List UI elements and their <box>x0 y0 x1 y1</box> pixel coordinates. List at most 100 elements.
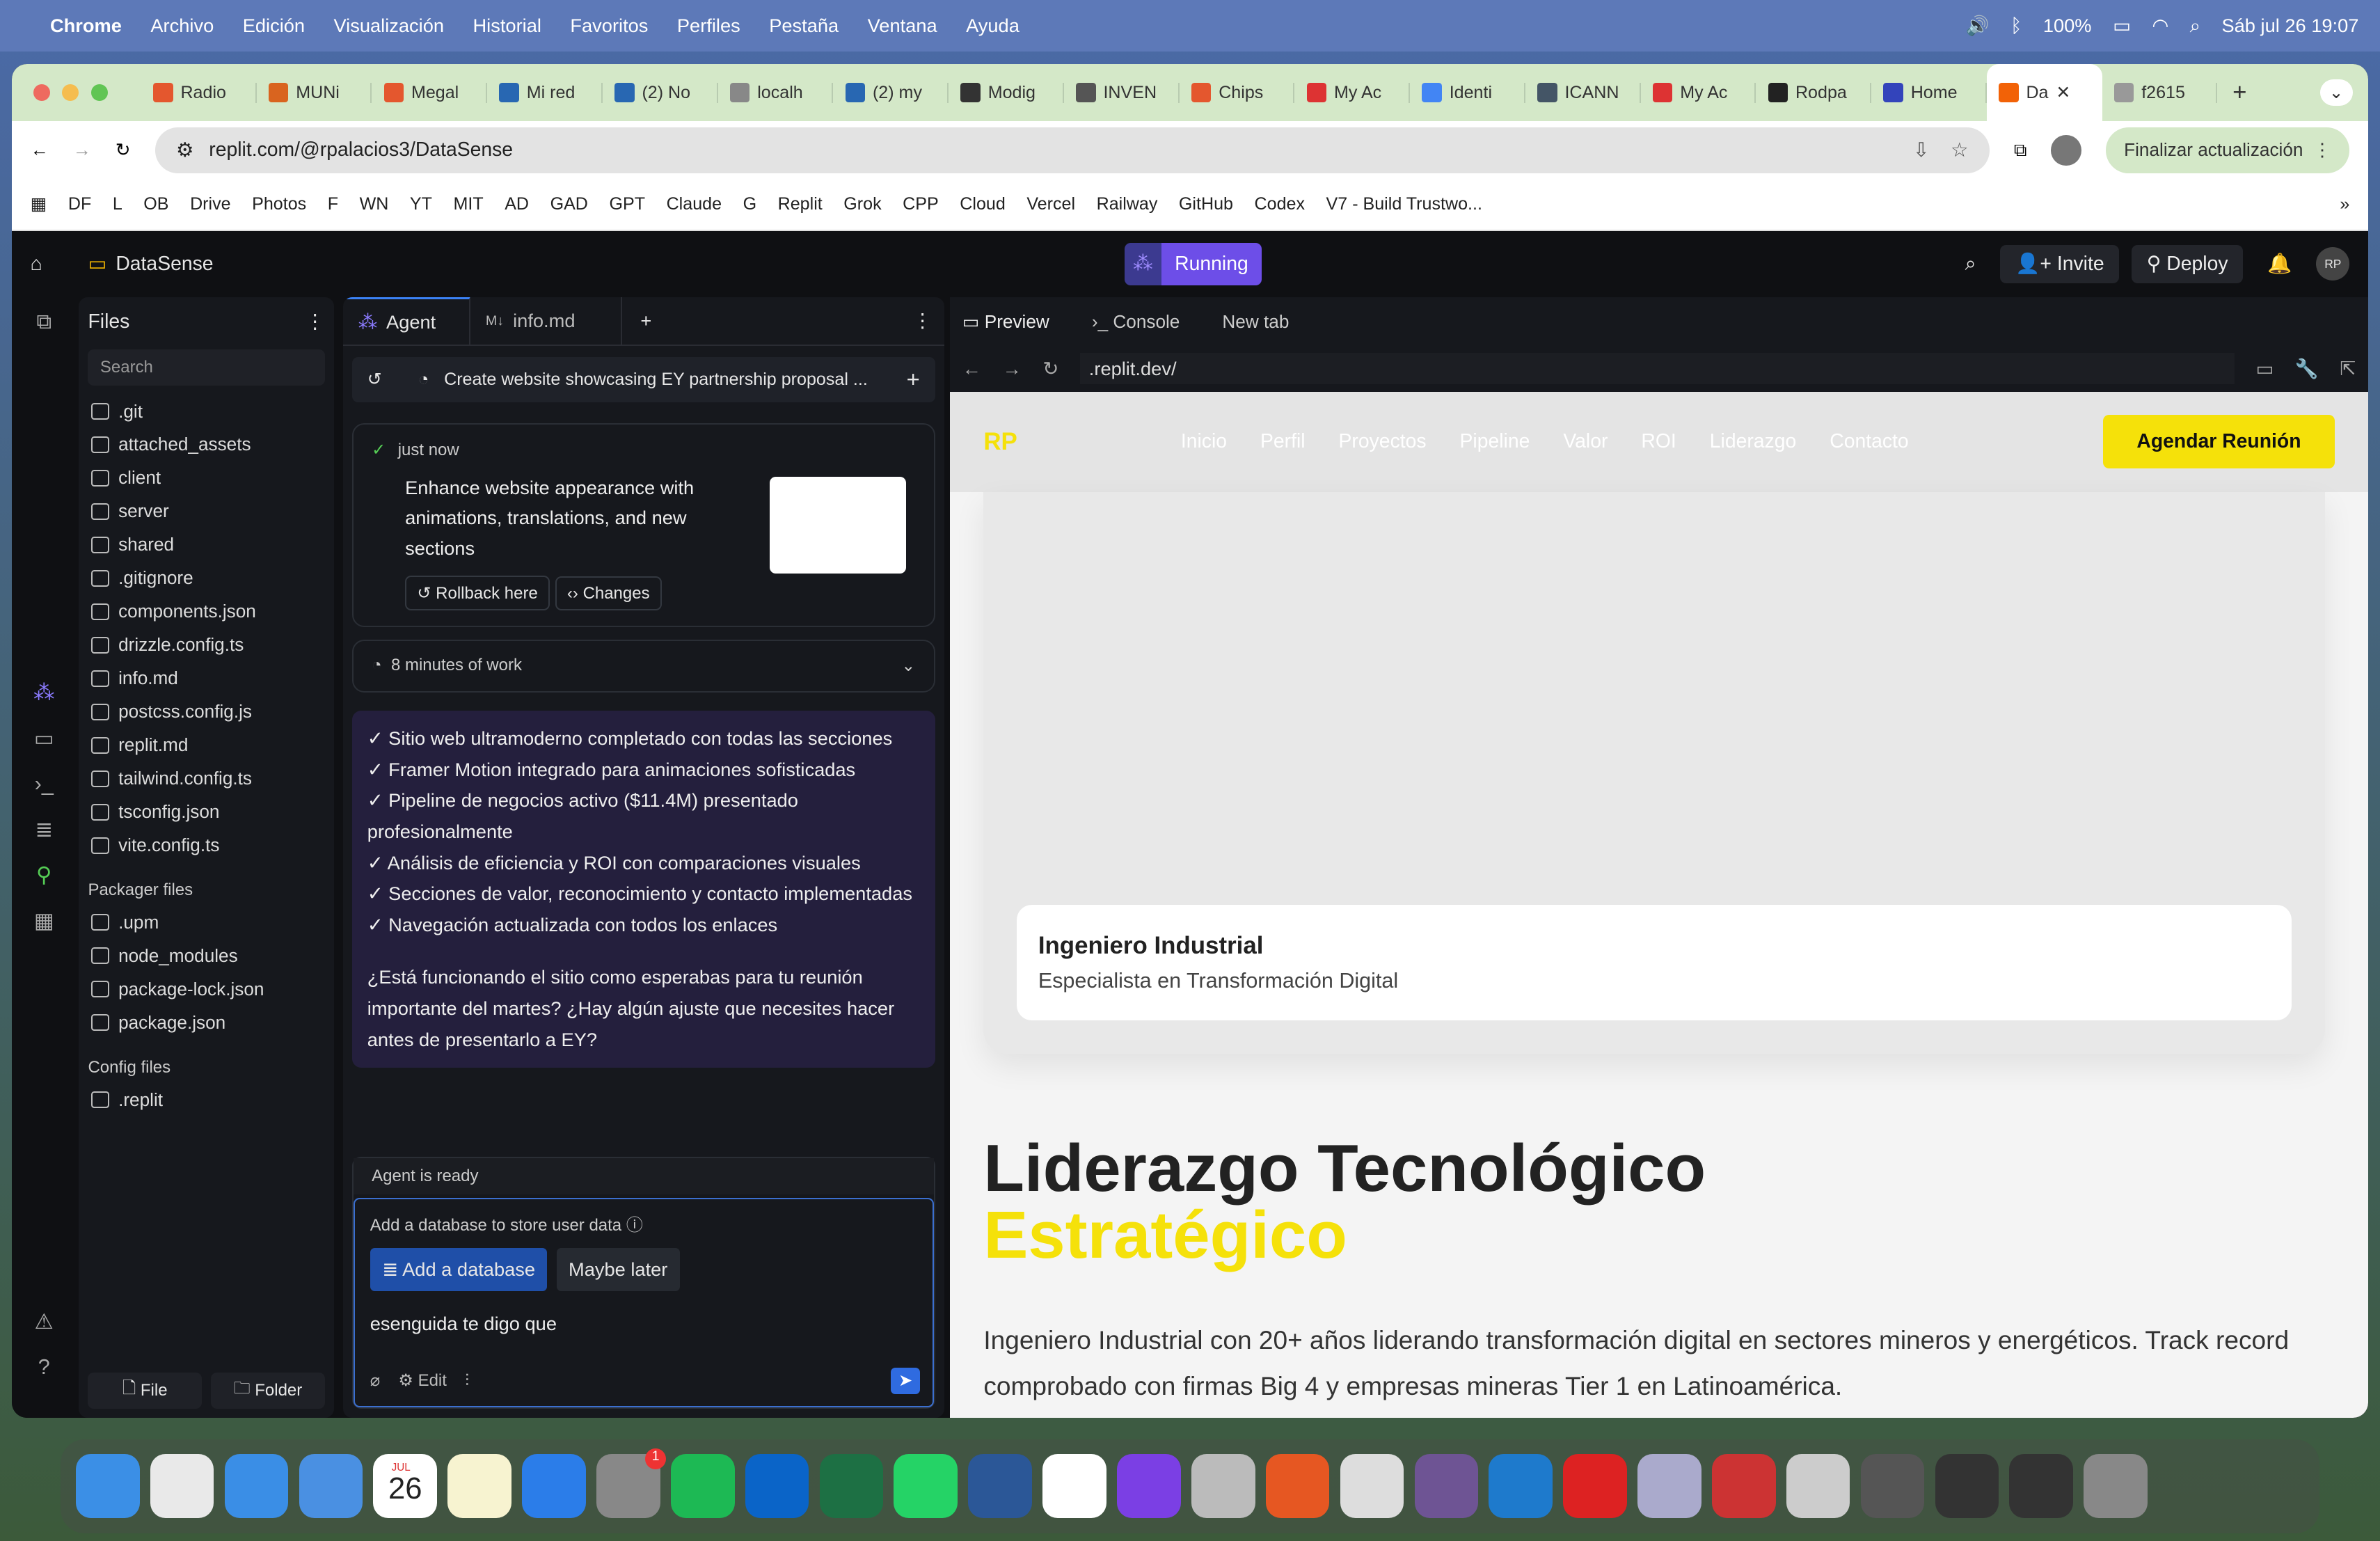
site-nav-link[interactable]: Inicio <box>1181 430 1227 452</box>
forward-icon[interactable]: → <box>1003 358 1022 380</box>
tab-preview[interactable]: ▭ Preview <box>962 311 1049 333</box>
dock-app-icon[interactable] <box>1340 1454 1404 1519</box>
browser-tab[interactable]: (2) my <box>833 82 949 103</box>
file-item[interactable]: .git <box>79 395 333 428</box>
bookmark[interactable]: WN <box>360 194 389 214</box>
datetime[interactable]: Sáb jul 26 19:07 <box>2221 15 2358 37</box>
dock-app-icon[interactable] <box>447 1454 511 1519</box>
dock-app-icon[interactable] <box>1191 1454 1255 1519</box>
file-item[interactable]: client <box>79 461 333 495</box>
send-button[interactable]: ➤ <box>891 1367 921 1394</box>
database-icon[interactable]: ≣ <box>35 818 53 842</box>
bookmark[interactable]: AD <box>505 194 529 214</box>
bookmark[interactable]: Claude <box>667 194 722 214</box>
preview-tool-icon[interactable]: ▭ <box>34 727 54 751</box>
add-tab-button[interactable]: + <box>622 310 669 332</box>
file-item[interactable]: .upm <box>79 906 333 939</box>
search-icon[interactable]: ⌕ <box>2190 15 2200 38</box>
dock-app-icon[interactable] <box>2084 1454 2148 1519</box>
panel-menu-icon[interactable]: ⋮ <box>913 310 944 332</box>
dock-app-icon[interactable] <box>1563 1454 1627 1519</box>
menu-app[interactable]: Chrome <box>50 15 122 37</box>
browser-tab[interactable]: ICANN <box>1525 82 1641 103</box>
bookmark-star-icon[interactable]: ☆ <box>1951 139 1968 162</box>
schedule-meeting-button[interactable]: Agendar Reunión <box>2103 415 2335 468</box>
file-item[interactable]: attached_assets <box>79 428 333 461</box>
alert-icon[interactable]: ⚠ <box>35 1310 54 1334</box>
new-folder-button[interactable]: 🗀 Folder <box>211 1372 325 1409</box>
site-info-icon[interactable]: ⚙ <box>176 139 193 162</box>
install-icon[interactable]: ⇩ <box>1913 139 1930 162</box>
bookmark[interactable]: CPP <box>903 194 939 214</box>
agent-tool-icon[interactable]: ⁂ <box>33 681 55 705</box>
close-window-button[interactable] <box>33 84 50 102</box>
dock-app-icon[interactable] <box>670 1454 735 1519</box>
invite-button[interactable]: 👤+ Invite <box>2000 244 2120 284</box>
home-icon[interactable]: ⌂ <box>31 253 76 276</box>
bookmark[interactable]: GPT <box>609 194 645 214</box>
wifi-icon[interactable]: ◠ <box>2152 15 2168 37</box>
dock-app-icon[interactable] <box>1860 1454 1925 1519</box>
site-nav-link[interactable]: Perfil <box>1260 430 1306 452</box>
file-item[interactable]: vite.config.ts <box>79 829 333 862</box>
search-icon[interactable]: ⌕ <box>1965 253 1976 276</box>
changes-button[interactable]: ‹› Changes <box>555 576 662 611</box>
bookmark[interactable]: GitHub <box>1179 194 1233 214</box>
browser-tab[interactable]: INVEN <box>1064 82 1180 103</box>
thread-title-bar[interactable]: ↺ ◔ Create website showcasing EY partnersh… <box>351 356 935 402</box>
dock-app-icon[interactable] <box>1265 1454 1330 1519</box>
bookmark[interactable]: Railway <box>1097 194 1158 214</box>
menu-item[interactable]: Ayuda <box>966 15 1020 37</box>
info-icon[interactable]: ⓘ <box>626 1216 643 1235</box>
url-text[interactable]: replit.com/@rpalacios3/DataSense <box>209 139 513 161</box>
browser-tab[interactable]: Rodpa <box>1756 82 1872 103</box>
file-item[interactable]: .gitignore <box>79 562 333 595</box>
add-database-button[interactable]: ≣ Add a database <box>370 1247 548 1292</box>
files-tool-icon[interactable]: ⧉ <box>36 310 51 335</box>
new-file-button[interactable]: 🗋 File <box>88 1372 203 1409</box>
file-item[interactable]: package.json <box>79 1006 333 1039</box>
dock-app-icon[interactable] <box>1637 1454 1701 1519</box>
bookmark[interactable]: V7 - Build Trustwo... <box>1326 194 1482 214</box>
file-item[interactable]: components.json <box>79 595 333 629</box>
browser-tab[interactable]: Megal <box>372 82 488 103</box>
back-icon[interactable]: ← <box>31 139 49 161</box>
dock-app-icon[interactable] <box>299 1454 363 1519</box>
project-name[interactable]: DataSense <box>116 253 213 276</box>
maybe-later-button[interactable]: Maybe later <box>556 1247 680 1292</box>
forward-icon[interactable]: → <box>73 139 91 161</box>
menu-item[interactable]: Visualización <box>334 15 445 37</box>
run-status[interactable]: ⁂ Running <box>1125 242 1262 285</box>
bookmark[interactable]: Codex <box>1255 194 1306 214</box>
menu-item[interactable]: Ventana <box>868 15 937 37</box>
bookmark[interactable]: Vercel <box>1026 194 1075 214</box>
dock-app-icon[interactable]: 1 <box>596 1448 667 1519</box>
bookmark[interactable]: Drive <box>190 194 231 214</box>
profile-avatar[interactable] <box>2051 135 2082 166</box>
edit-button[interactable]: ⚙ Edit <box>398 1370 447 1391</box>
bluetooth-icon[interactable]: ᛒ <box>2010 15 2022 37</box>
all-tools-icon[interactable]: ▦ <box>34 909 54 933</box>
battery-percent[interactable]: 100% <box>2043 15 2092 37</box>
help-icon[interactable]: ? <box>38 1355 50 1380</box>
dock-app-icon[interactable] <box>1414 1454 1479 1519</box>
site-nav-link[interactable]: Valor <box>1563 430 1608 452</box>
browser-tab[interactable]: Da ✕ <box>1986 63 2102 122</box>
browser-tab[interactable]: localh <box>718 82 834 103</box>
bookmark[interactable]: MIT <box>453 194 483 214</box>
history-icon[interactable]: ↺ <box>367 369 382 390</box>
bookmark[interactable]: YT <box>410 194 432 214</box>
notifications-icon[interactable]: 🔔 <box>2267 252 2292 276</box>
file-item[interactable]: postcss.config.js <box>79 695 333 729</box>
browser-tab[interactable]: Chips <box>1180 82 1295 103</box>
dock-app-icon[interactable] <box>76 1454 140 1519</box>
close-tab-icon[interactable]: ✕ <box>2056 82 2070 103</box>
dock-app-icon[interactable] <box>150 1454 214 1519</box>
bookmark[interactable]: Replit <box>778 194 823 214</box>
dock-app-icon[interactable] <box>1042 1454 1106 1519</box>
attach-icon[interactable]: ⌀ <box>370 1370 380 1391</box>
menu-item[interactable]: Pestaña <box>769 15 839 37</box>
open-new-window-icon[interactable]: ⇱ <box>2340 358 2356 380</box>
site-logo[interactable]: RP <box>983 428 1181 456</box>
file-item[interactable]: server <box>79 495 333 528</box>
